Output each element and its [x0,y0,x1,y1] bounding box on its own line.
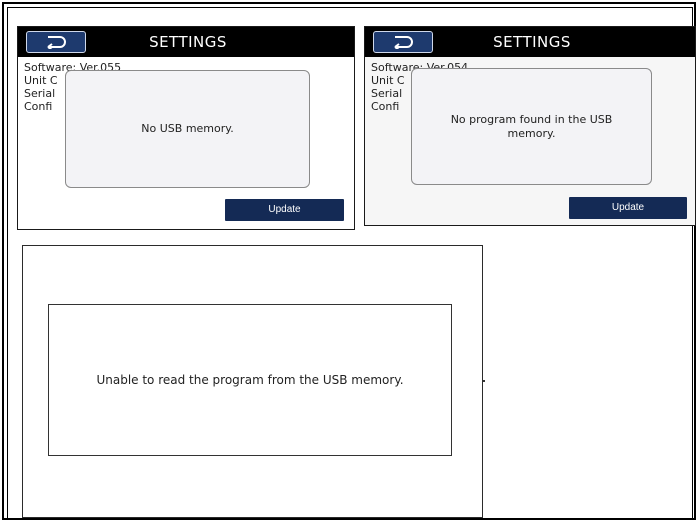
error-message: Unable to read the program from the USB … [96,373,404,387]
error-dialog: Unable to read the program from the USB … [48,304,452,456]
stray-dot [483,380,485,382]
message-dialog: No USB memory. [65,70,310,188]
update-button[interactable]: Update [569,197,687,219]
back-button[interactable] [373,31,433,53]
settings-screen-2: SETTINGS Software: Ver.054 Unit C Serial… [364,26,696,226]
back-button[interactable] [26,31,86,53]
update-button[interactable]: Update [225,199,344,221]
back-arrow-icon [47,36,66,49]
title-bar: SETTINGS [365,27,695,57]
dialog-message: No program found in the USB memory. [450,112,613,140]
back-arrow-icon [394,36,413,49]
settings-screen-1: SETTINGS Software: Ver.055 Unit C Serial… [17,26,355,230]
dialog-message: No USB memory. [141,122,234,135]
message-dialog: No program found in the USB memory. [411,68,652,185]
error-screen: Unable to read the program from the USB … [22,245,483,518]
title-bar: SETTINGS [18,27,354,57]
